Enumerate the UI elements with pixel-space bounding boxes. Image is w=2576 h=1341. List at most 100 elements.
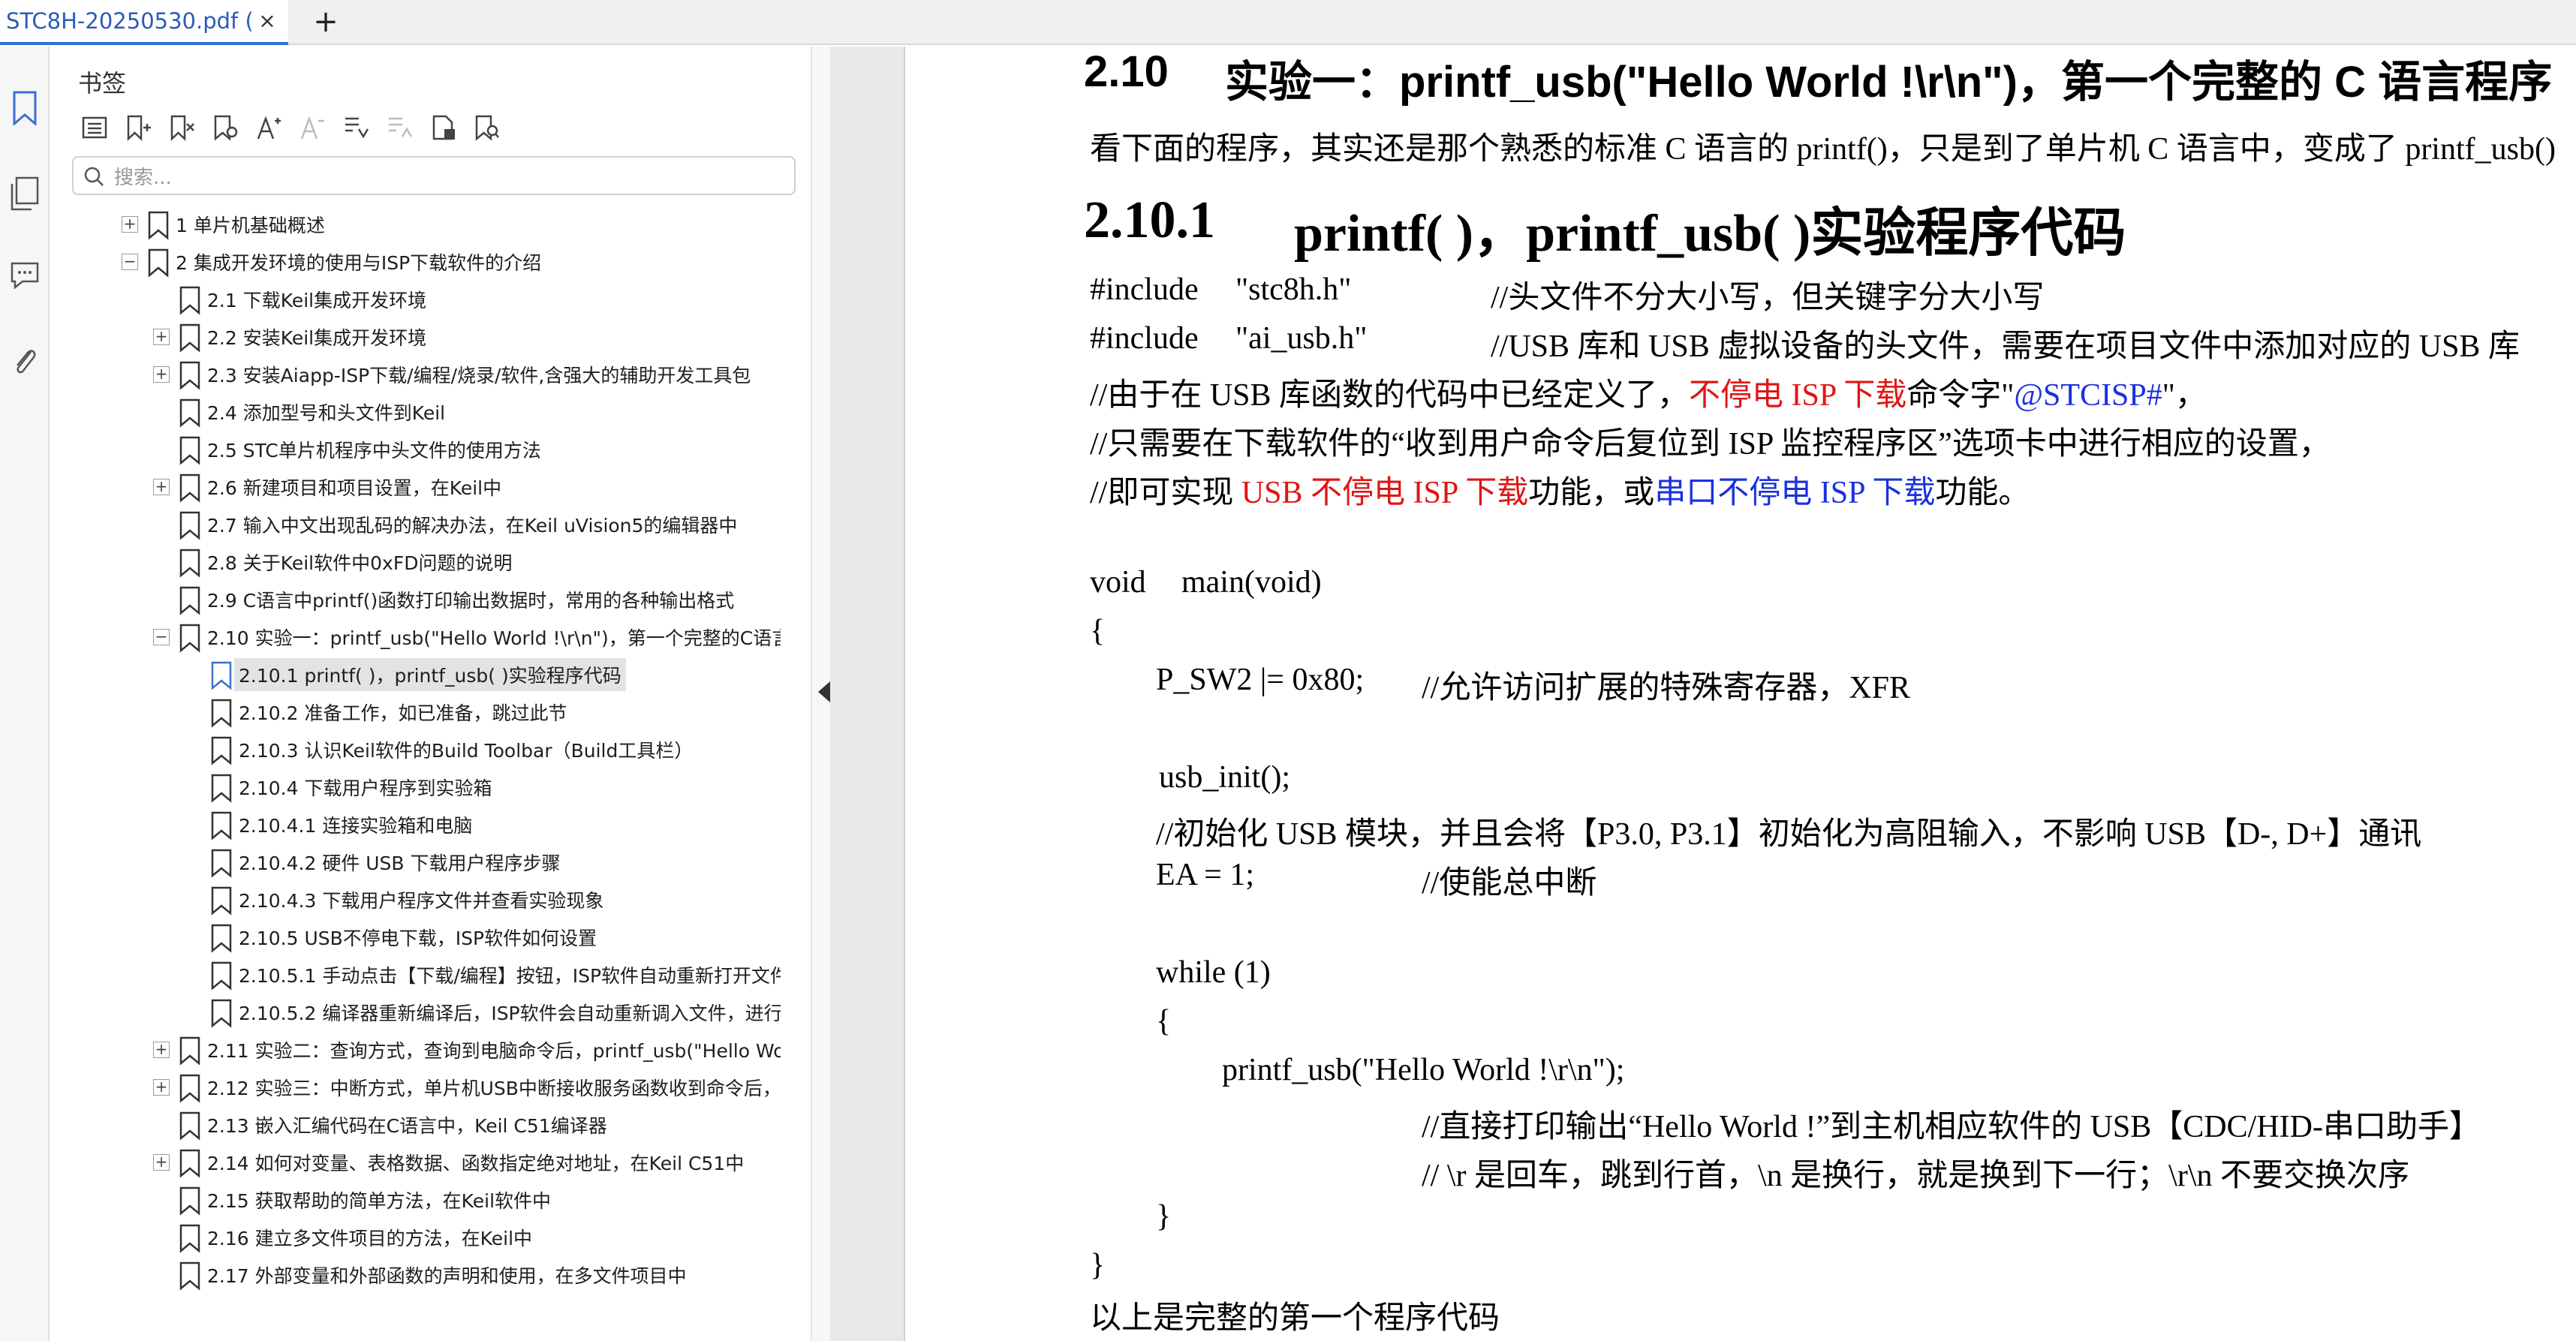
add-bookmark-button[interactable] [120,110,156,146]
code-while: while (1) [1156,955,1271,990]
bookmark-label: 2.17 外部变量和外部函数的声明和使用，在多文件项目中 [207,1265,687,1287]
bookmark-item[interactable]: 2.7 输入中文出现乱码的解决办法，在Keil uVision5的编辑器中 [51,506,781,543]
bookmark-item[interactable]: +2.14 如何对变量、表格数据、函数指定绝对地址，在Keil C51中 [51,1144,781,1181]
expand-icon[interactable]: + [153,1042,170,1058]
code-ea: EA = 1; [1156,858,1255,892]
bookmark-label: 2.10.4.2 硬件 USB 下载用户程序步骤 [239,852,561,874]
attachments-panel-button[interactable] [6,339,44,384]
bookmark-label: 2.9 C语言中printf()函数打印输出数据时，常用的各种输出格式 [207,590,735,612]
new-tab-button[interactable]: + [311,7,341,38]
bookmark-item[interactable]: 2.10.1 printf( )，printf_usb( )实验程序代码 [51,656,781,693]
bookmark-item[interactable]: 2.1 下载Keil集成开发环境 [51,281,781,318]
comments-panel-button[interactable] [6,252,44,297]
bookmark-icon [179,1074,200,1103]
bookmark-item[interactable]: +2.3 安装Aiapp-ISP下载/编程/烧录/软件,含强大的辅助开发工具包 [51,356,781,393]
code-main-signature: main(void) [1181,565,1322,600]
bookmark-item[interactable]: +2.11 实验二：查询方式，查询到电脑命令后，printf_usb("Hell… [51,1031,781,1069]
bookmark-label: 2.16 建立多文件项目的方法，在Keil中 [207,1228,533,1249]
expand-icon[interactable]: + [153,329,170,345]
bookmark-icon [179,1149,200,1178]
thumbnails-panel-button[interactable] [6,171,44,216]
section-number: 2.10 [1084,47,1169,96]
close-tab-icon[interactable]: × [255,9,279,33]
bookmark-tree: +1 单片机基础概述 − 2 集成开发环境的使用与ISP下载软件的介绍 2.1 下载K… [51,206,781,1309]
bookmark-item[interactable]: 2.4 添加型号和头文件到Keil [51,393,781,431]
bookmark-label: 2.10.2 准备工作，如已准备，跳过此节 [239,702,567,724]
bookmark-icon [211,661,232,690]
bookmark-item[interactable]: 2.10.5.2 编译器重新编译后，ISP软件会自动重新调入文件，进行不停电 [51,994,781,1031]
outro-paragraph: 以上是完整的第一个程序代码 [1090,1301,1500,1336]
font-increase-button[interactable] [251,110,287,146]
bookmark-item[interactable]: − 2.10 实验一：printf_usb("Hello World !\r\n"… [51,618,781,656]
bookmark-item[interactable]: +2.2 安装Keil集成开发环境 [51,318,781,356]
bookmark-label: 2.11 实验二：查询方式，查询到电脑命令后，printf_usb("Hello… [207,1040,781,1062]
bookmark-item[interactable]: 2.10.3 认识Keil软件的Build Toolbar（Build工具栏） [51,731,781,768]
bookmark-item[interactable]: 2.15 获取帮助的简单方法，在Keil软件中 [51,1181,781,1219]
bookmark-label: 2.5 STC单片机程序中头文件的使用方法 [207,440,541,462]
bookmark-search-button[interactable] [468,110,504,146]
bookmark-item[interactable]: 2.13 嵌入汇编代码在C语言中，Keil C51编译器 [51,1106,781,1144]
bookmark-icon [179,511,200,540]
bookmark-item[interactable]: 2.10.5 USB不停电下载，ISP软件如何设置 [51,919,781,956]
code-printf: printf_usb("Hello World !\r\n"); [1222,1053,1625,1087]
expand-icon[interactable]: + [153,366,170,383]
document-tab-title: STC8H-20250530.pdf (... [6,8,254,34]
code-include-1-comment: //头文件不分大小写，但关键字分大小写 [1491,281,2045,315]
comment-icon [11,262,39,290]
font-decrease-button[interactable] [294,110,330,146]
bookmark-label: 2.14 如何对变量、表格数据、函数指定绝对地址，在Keil C51中 [207,1153,745,1174]
bookmark-icon [211,811,232,840]
bookmark-item[interactable]: 2.10.4 下载用户程序到实验箱 [51,768,781,806]
bookmark-item[interactable]: +2.6 新建项目和项目设置，在Keil中 [51,468,781,506]
expand-icon[interactable]: + [153,1079,170,1096]
bookmark-item[interactable]: 2.10.4.3 下载用户程序文件并查看实验现象 [51,881,781,919]
bookmark-item[interactable]: 2.10.4.1 连接实验箱和电脑 [51,806,781,843]
collapse-panel-icon[interactable] [818,681,830,702]
bookmark-icon [179,1261,200,1291]
bookmark-export-button[interactable] [338,110,374,146]
subsection-heading: printf( )，printf_usb( )实验程序代码 [1294,205,2126,263]
bookmark-page-button[interactable] [425,110,461,146]
bookmarks-panel-button[interactable] [6,86,44,131]
bookmark-item[interactable]: 2.5 STC单片机程序中头文件的使用方法 [51,431,781,468]
bookmark-label: 2.2 安装Keil集成开发环境 [207,327,427,349]
bookmark-item[interactable]: 2.10.4.2 硬件 USB 下载用户程序步骤 [51,843,781,881]
code-psw2: P_SW2 |= 0x80; [1156,663,1365,697]
code-psw2-comment: //允许访问扩展的特殊寄存器，XFR [1422,671,1911,705]
bookmark-settings-button[interactable] [207,110,243,146]
bookmark-icon [179,586,200,615]
delete-bookmark-button[interactable] [164,110,200,146]
expand-all-button[interactable] [77,110,113,146]
bookmark-item[interactable]: 2.17 外部变量和外部函数的声明和使用，在多文件项目中 [51,1256,781,1294]
bookmark-item[interactable]: − 2 集成开发环境的使用与ISP下载软件的介绍 [51,243,781,281]
code-comment-line-5: //即可实现 USB 不停电 ISP 下载功能，或串口不停电 ISP 下载功能。 [1090,476,2030,510]
collapse-icon[interactable]: − [153,629,170,645]
bookmark-item[interactable]: 2.10.2 准备工作，如已准备，跳过此节 [51,693,781,731]
bookmark-import-button[interactable] [381,110,417,146]
search-icon [84,167,104,186]
bookmark-icon [211,924,232,953]
bookmark-item[interactable]: 2.16 建立多文件项目的方法，在Keil中 [51,1219,781,1256]
code-include-1-file: "stc8h.h" [1235,272,1352,307]
collapse-icon[interactable]: − [122,254,138,270]
expand-icon[interactable]: + [153,479,170,495]
bookmark-item[interactable]: +1 单片机基础概述 [51,206,781,243]
bookmark-item[interactable]: 2.10.5.1 手动点击【下载/编程】按钮，ISP软件自动重新打开文件，不停 [51,956,781,994]
bookmark-item[interactable]: 2.8 关于Keil软件中0xFD问题的说明 [51,543,781,581]
bookmark-label: 2.3 安装Aiapp-ISP下载/编程/烧录/软件,含强大的辅助开发工具包 [207,365,751,386]
bookmark-icon [211,774,232,803]
expand-icon[interactable]: + [153,1154,170,1171]
bookmark-search-input[interactable]: 搜索... [72,156,796,195]
bookmark-item[interactable]: 2.9 C语言中printf()函数打印输出数据时，常用的各种输出格式 [51,581,781,618]
bookmark-item[interactable]: +2.12 实验三：中断方式，单片机USB中断接收服务函数收到命令后，print… [51,1069,781,1106]
bookmark-label: 2.10.5.1 手动点击【下载/编程】按钮，ISP软件自动重新打开文件，不停 [239,965,781,987]
document-tab[interactable]: STC8H-20250530.pdf (... × [0,0,288,45]
code-include-2-keyword: #include [1090,321,1199,356]
bookmark-label: 2.13 嵌入汇编代码在C语言中，Keil C51编译器 [207,1115,607,1137]
bookmark-toolbar [77,110,504,147]
code-ea-comment: //使能总中断 [1422,866,1597,901]
expand-icon[interactable]: + [122,216,138,233]
code-include-2-comment: //USB 库和 USB 虚拟设备的头文件，需要在项目文件中添加对应的 USB … [1491,329,2520,364]
tab-bar: STC8H-20250530.pdf (... × + [0,0,2576,45]
bookmark-label: 2.1 下载Keil集成开发环境 [207,290,427,311]
